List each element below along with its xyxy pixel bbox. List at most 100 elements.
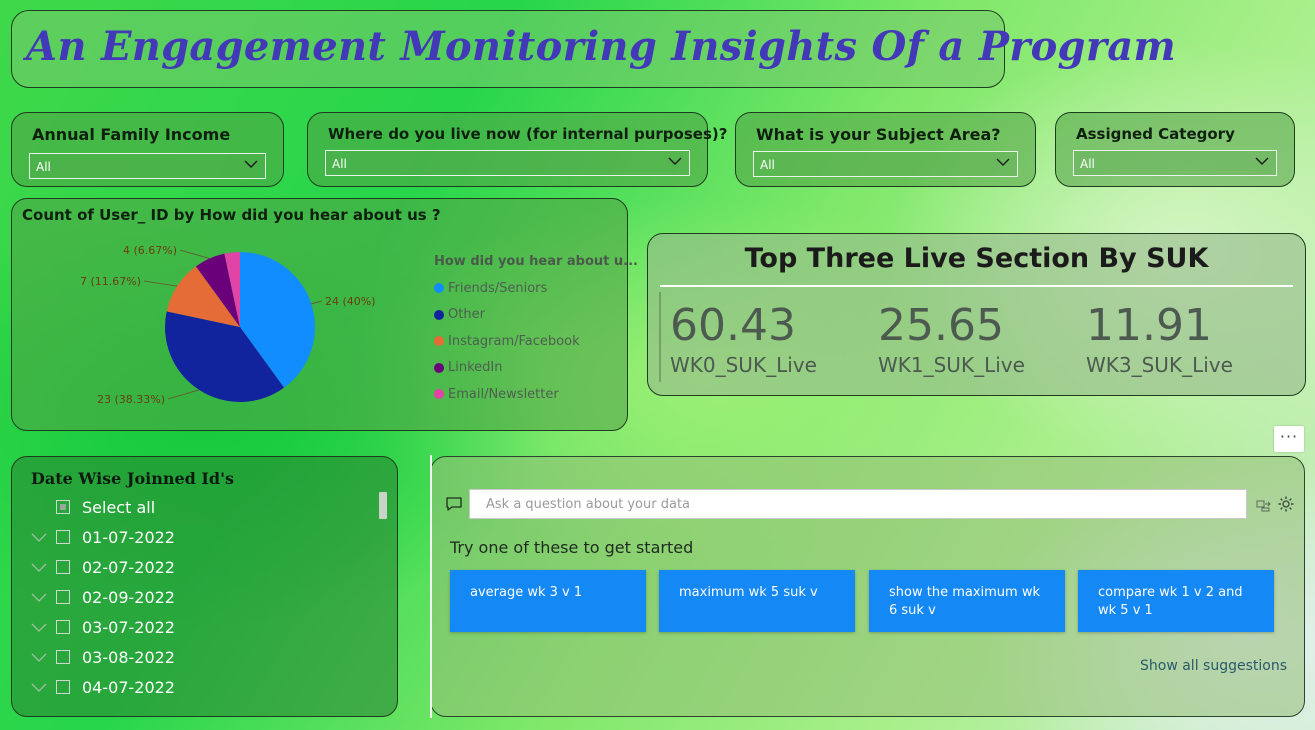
suggestion-label: show the maximum wk 6 suk v (889, 585, 1040, 618)
date-checkbox[interactable] (56, 560, 70, 574)
slicer-value: All (332, 157, 347, 171)
data-label-leader-line (143, 280, 178, 287)
chevron-down-icon[interactable] (30, 528, 48, 546)
select-all-checkbox[interactable] (56, 500, 70, 514)
suggestion-button[interactable]: average wk 3 v 1 (450, 570, 646, 632)
gear-icon[interactable] (1277, 495, 1295, 513)
legend-item-other[interactable]: Other (434, 302, 638, 329)
qna-question-input[interactable] (469, 489, 1247, 519)
chevron-down-icon[interactable] (30, 648, 48, 666)
kpi-title: Top Three Live Section By SUK (744, 243, 1209, 274)
chevron-down-icon (1255, 157, 1269, 165)
kpi-label: WK1_SUK_Live (878, 353, 1025, 377)
kpi-divider (660, 285, 1293, 287)
slicer-subject-area: What is your Subject Area? All (735, 112, 1036, 187)
date-row[interactable]: 03-07-2022 (30, 615, 175, 639)
date-label: 02-07-2022 (82, 557, 175, 577)
more-options-label: ··· (1279, 427, 1299, 446)
chevron-down-icon (244, 160, 258, 168)
page-title: An Engagement Monitoring Insights Of a P… (26, 23, 1177, 70)
chevron-down-icon (996, 158, 1010, 166)
suggestion-label: average wk 3 v 1 (470, 585, 583, 600)
chevron-down-icon[interactable] (30, 558, 48, 576)
kpi-value: 25.65 (878, 300, 1004, 351)
pie-chart-panel: Count of User_ ID by How did you hear ab… (11, 198, 638, 431)
data-label-leader-line (179, 249, 210, 259)
chevron-down-icon[interactable] (30, 588, 48, 606)
legend-dot (434, 362, 444, 373)
pie-data-label: 7 (11.67%) (80, 275, 141, 288)
slicer-value: All (36, 160, 51, 174)
date-checkbox[interactable] (56, 650, 70, 664)
legend-dot (434, 283, 444, 294)
date-row[interactable]: 03-08-2022 (30, 645, 175, 669)
legend-label: LinkedIn (448, 360, 503, 376)
slicer-label: What is your Subject Area? (756, 125, 1001, 144)
slicer-dropdown[interactable]: All (1073, 150, 1277, 176)
kpi-card-wk1: 25.65 WK1_SUK_Live (878, 300, 1025, 377)
chevron-down-icon (668, 157, 682, 165)
date-row[interactable]: 01-07-2022 (30, 525, 175, 549)
legend-item-instagram-facebook[interactable]: Instagram/Facebook (434, 328, 638, 355)
date-slicer-scrollbar[interactable] (379, 492, 387, 519)
slicer-label: Annual Family Income (32, 125, 231, 144)
date-row[interactable]: 02-09-2022 (30, 585, 175, 609)
legend-title: How did you hear about u... (434, 254, 638, 269)
date-label: 04-07-2022 (82, 677, 175, 697)
select-all-label: Select all (82, 497, 156, 517)
suggestion-button[interactable]: maximum wk 5 suk v (659, 570, 855, 632)
legend-label: Friends/Seniors (448, 280, 548, 296)
date-row[interactable]: 04-07-2022 (30, 675, 175, 699)
legend-label: Email/Newsletter (448, 386, 559, 402)
qna-focus-border (430, 455, 432, 718)
legend-item-linkedin[interactable]: LinkedIn (434, 355, 638, 382)
pie-data-label: 24 (40%) (325, 295, 376, 308)
legend-dot (434, 309, 444, 320)
chart-legend: How did you hear about u... Friends/Seni… (434, 254, 638, 408)
slicer-dropdown[interactable]: All (753, 151, 1018, 177)
kpi-label: WK0_SUK_Live (670, 353, 817, 377)
slicer-value: All (760, 158, 775, 172)
chevron-down-icon[interactable] (30, 678, 48, 696)
slicer-label: Where do you live now (for internal purp… (328, 125, 728, 143)
pie-data-label: 4 (6.67%) (123, 244, 177, 257)
kpi-value: 60.43 (670, 300, 796, 351)
suggestion-label: compare wk 1 v 2 and wk 5 v 1 (1098, 585, 1243, 618)
chevron-down-icon[interactable] (30, 618, 48, 636)
legend-item-email-newsletter[interactable]: Email/Newsletter (434, 381, 638, 408)
date-row[interactable]: 02-07-2022 (30, 555, 175, 579)
kpi-card-wk0: 60.43 WK0_SUK_Live (670, 300, 817, 377)
share-icon[interactable] (1256, 497, 1272, 513)
date-label: 01-07-2022 (82, 527, 175, 547)
suggestion-label: maximum wk 5 suk v (679, 585, 818, 600)
legend-dot (434, 389, 444, 400)
date-slicer-title: Date Wise Joinned Id's (31, 469, 235, 488)
slicer-dropdown[interactable]: All (29, 153, 266, 179)
data-label-leader-line (311, 300, 323, 305)
legend-label: Instagram/Facebook (448, 333, 580, 349)
date-checkbox[interactable] (56, 530, 70, 544)
qna-get-started-text: Try one of these to get started (450, 538, 694, 557)
date-checkbox[interactable] (56, 680, 70, 694)
legend-item-friends-seniors[interactable]: Friends/Seniors (434, 275, 638, 302)
date-label: 02-09-2022 (82, 587, 175, 607)
data-label-leader-line (167, 389, 200, 400)
date-checkbox[interactable] (56, 620, 70, 634)
more-options-button[interactable]: ··· (1274, 426, 1304, 452)
slicer-label: Assigned Category (1076, 125, 1235, 143)
kpi-accent-line (659, 292, 661, 382)
date-label: 03-08-2022 (82, 647, 175, 667)
date-select-all[interactable]: Select all (30, 495, 155, 519)
chat-icon (446, 497, 462, 511)
show-all-suggestions-link[interactable]: Show all suggestions (1140, 658, 1287, 674)
date-slicer-panel: Date Wise Joinned Id's Select all 01-07-… (11, 456, 398, 717)
date-checkbox[interactable] (56, 590, 70, 604)
legend-label: Other (448, 307, 485, 323)
legend-dot (434, 336, 444, 347)
suggestion-button[interactable]: show the maximum wk 6 suk v (869, 570, 1065, 632)
qna-panel: Try one of these to get started average … (430, 456, 1305, 717)
suggestion-button[interactable]: compare wk 1 v 2 and wk 5 v 1 (1078, 570, 1274, 632)
slicer-assigned-category: Assigned Category All (1055, 112, 1295, 187)
slicer-dropdown[interactable]: All (325, 150, 690, 176)
date-label: 03-07-2022 (82, 617, 175, 637)
